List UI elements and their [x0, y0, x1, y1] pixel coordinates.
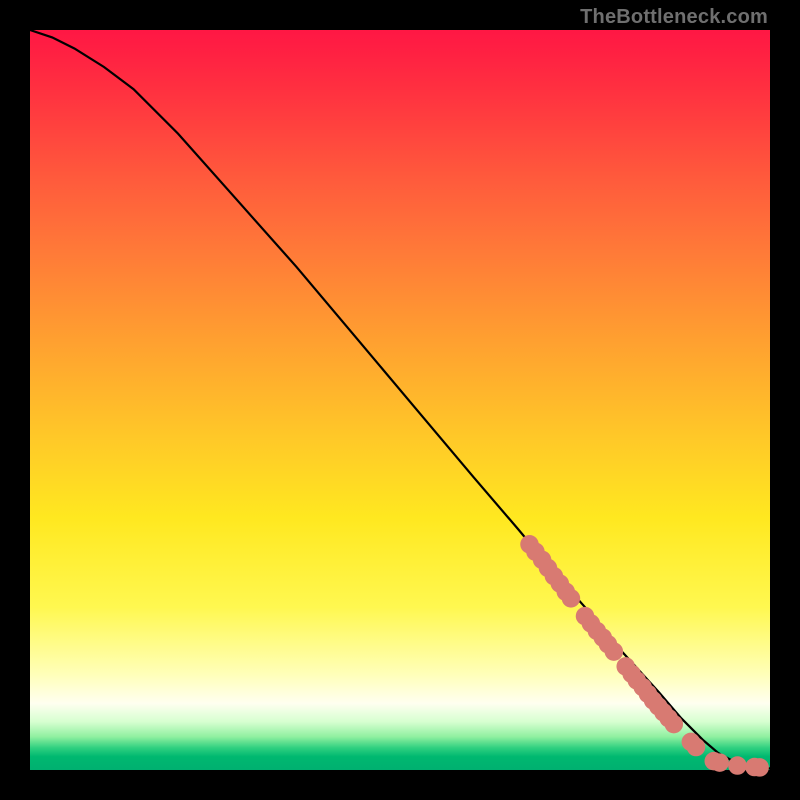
data-marker — [687, 738, 706, 757]
data-marker — [728, 756, 747, 775]
curve-line — [30, 30, 770, 769]
marker-group — [520, 535, 769, 777]
data-marker — [605, 642, 624, 661]
data-marker — [562, 589, 581, 608]
chart-svg — [30, 30, 770, 770]
data-marker — [665, 715, 684, 734]
data-marker — [710, 753, 729, 772]
plot-area — [30, 30, 770, 770]
data-marker — [750, 758, 769, 777]
chart-canvas: TheBottleneck.com — [0, 0, 800, 800]
watermark-text: TheBottleneck.com — [580, 6, 768, 29]
